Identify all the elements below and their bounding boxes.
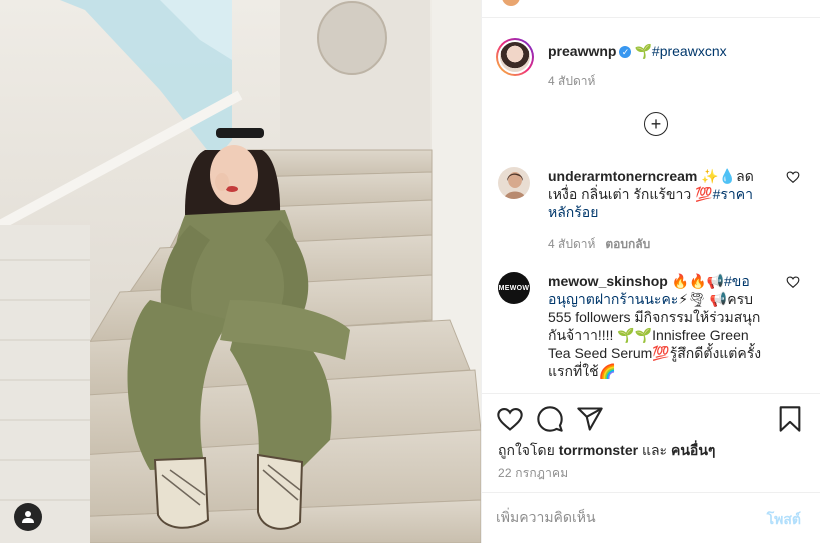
comment-time[interactable]: 4 สัปดาห์ — [548, 237, 595, 251]
post-details-pane: preawwnp ✓ 🌱#preawxcnx 4 สัปดาห์ + underar… — [481, 0, 820, 543]
comment-like-heart-icon[interactable] — [786, 170, 800, 184]
verified-badge-icon: ✓ — [619, 46, 632, 59]
post-photo[interactable] — [0, 0, 481, 543]
photo-illustration — [0, 0, 481, 543]
caption-emoji: 🌱 — [634, 43, 652, 59]
commenter-avatar[interactable] — [498, 167, 530, 199]
post-comment-button[interactable]: โพสต์ — [767, 509, 801, 531]
comment-meta: 4 สัปดาห์ ตอบกลับ — [548, 235, 650, 254]
liked-by-user[interactable]: torrmonster — [559, 442, 638, 458]
caption-hashtag[interactable]: #preawxcnx — [652, 43, 727, 59]
user-icon — [22, 511, 34, 523]
author-username[interactable]: preawwnp — [548, 43, 616, 59]
comment-text: mewow_skinshop 🔥🔥📢#ขออนุญาตฝากร้านนะคะ⚡🌪… — [548, 272, 770, 380]
add-comment-form: โพสต์ — [482, 492, 820, 543]
caption-date[interactable]: 4 สัปดาห์ — [548, 72, 595, 91]
author-avatar[interactable] — [496, 38, 534, 76]
comment-icon[interactable] — [536, 405, 564, 433]
caption-text: preawwnp ✓ 🌱#preawxcnx — [548, 42, 808, 60]
comment-input[interactable] — [496, 507, 756, 527]
heart-icon[interactable] — [496, 405, 524, 433]
header-strip — [482, 0, 820, 18]
comment-like-heart-icon[interactable] — [786, 275, 800, 289]
paper-plane-icon[interactable] — [576, 405, 604, 433]
commenter-avatar[interactable]: MEWOW — [498, 272, 530, 304]
liked-by-prefix: ถูกใจโดย — [498, 442, 559, 458]
reply-button[interactable]: ตอบกลับ — [605, 237, 650, 251]
comment-emoji: 🔥🔥📢 — [667, 273, 724, 289]
header-avatar[interactable] — [502, 0, 520, 6]
user-tags-button[interactable] — [14, 503, 42, 531]
shop-logo-text: MEWOW — [498, 284, 530, 292]
post-date[interactable]: 22 กรกฎาคม — [498, 464, 568, 483]
load-more-comments-button[interactable]: + — [644, 112, 668, 136]
bookmark-icon[interactable] — [776, 405, 804, 433]
post-actions: ถูกใจโดย torrmonster และ คนอื่นๆ 22 กรกฎ… — [482, 393, 820, 543]
commenter-username[interactable]: mewow_skinshop — [548, 273, 668, 289]
liked-by-others[interactable]: คนอื่นๆ — [671, 442, 715, 458]
liked-by: ถูกใจโดย torrmonster และ คนอื่นๆ — [498, 440, 715, 462]
comment-text: underarmtonerncream ✨💧ลดเหงื่อ กลิ่นเต่า… — [548, 167, 770, 221]
commenter-username[interactable]: underarmtonerncream — [548, 168, 697, 184]
plus-circle-icon: + — [650, 114, 662, 134]
liked-by-join: และ — [638, 442, 671, 458]
